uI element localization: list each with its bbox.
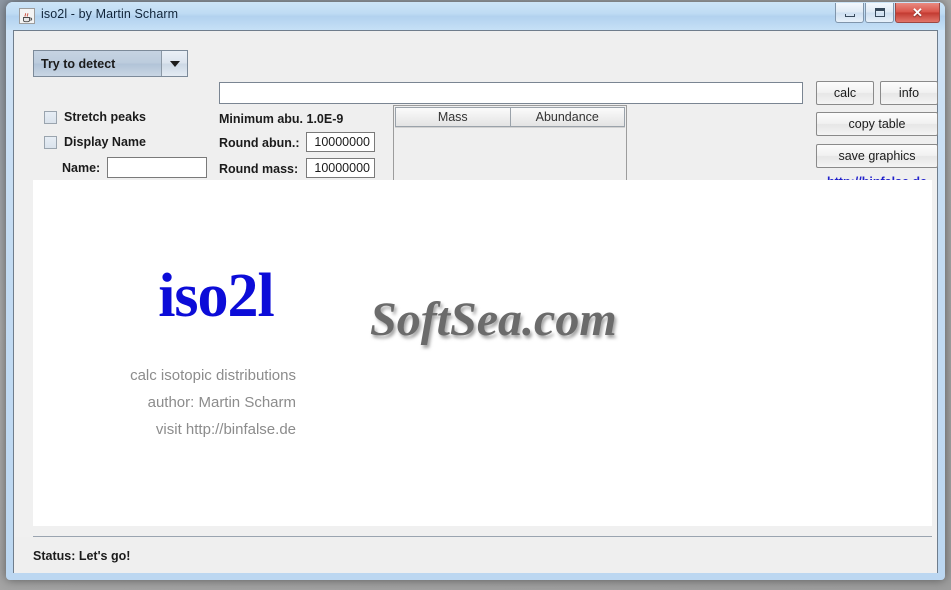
checkbox-stretch-peaks[interactable]: Stretch peaks: [44, 110, 146, 124]
window-controls: ✕: [835, 3, 940, 24]
window-title: iso2l - by Martin Scharm: [41, 7, 179, 21]
round-mass-input[interactable]: 10000000: [306, 158, 375, 178]
application-window: iso2l - by Martin Scharm ✕ Try to detect: [6, 2, 945, 580]
round-abundance-label: Round abun.:: [219, 136, 300, 150]
softsea-watermark: SoftSea.com: [370, 293, 617, 346]
close-icon: ✕: [912, 5, 923, 20]
window-client-area: Try to detect Stretch peaks Display Name…: [13, 30, 938, 573]
checkbox-box[interactable]: [44, 110, 57, 124]
iso2l-logo-text: iso2l: [158, 262, 275, 330]
splash-line-description: calc isotopic distributions: [130, 367, 296, 384]
status-bar: Status: Let's go!: [14, 537, 937, 573]
maximize-button[interactable]: [865, 3, 894, 23]
round-abundance-input[interactable]: 10000000: [306, 132, 375, 152]
minimize-icon: [844, 13, 855, 17]
copy-table-button[interactable]: copy table: [816, 112, 938, 136]
maximize-icon: [874, 8, 885, 17]
table-header-row: Mass Abundance: [395, 107, 625, 127]
name-field-label: Name:: [62, 161, 101, 175]
splash-line-author: author: Martin Scharm: [147, 394, 296, 411]
combobox-arrow-button[interactable]: [161, 51, 187, 76]
status-text: Status: Let's go!: [33, 549, 131, 563]
calc-button[interactable]: calc: [816, 81, 874, 105]
chevron-down-icon: [169, 60, 180, 67]
plot-canvas[interactable]: iso2l calc isotopic distributions author…: [33, 180, 932, 526]
round-mass-label: Round mass:: [219, 162, 299, 176]
java-coffee-cup-icon: [19, 8, 35, 24]
title-bar[interactable]: iso2l - by Martin Scharm ✕: [6, 2, 945, 30]
name-input[interactable]: [107, 157, 207, 178]
element-detect-combobox[interactable]: Try to detect: [33, 50, 188, 77]
formula-input[interactable]: [219, 82, 803, 104]
minimize-button[interactable]: [835, 3, 864, 23]
combobox-selected-label: Try to detect: [41, 56, 116, 71]
checkbox-label: Display Name: [64, 135, 146, 149]
control-panel: Try to detect Stretch peaks Display Name…: [14, 31, 938, 208]
minimum-abundance-label: Minimum abu. 1.0E-9: [219, 112, 344, 126]
checkbox-box[interactable]: [44, 135, 57, 149]
splash-line-website: visit http://binfalse.de: [155, 421, 296, 438]
table-column-header-abundance[interactable]: Abundance: [509, 107, 625, 127]
checkbox-display-name[interactable]: Display Name: [44, 135, 146, 149]
save-graphics-button[interactable]: save graphics: [816, 144, 938, 168]
close-button[interactable]: ✕: [895, 3, 940, 23]
checkbox-label: Stretch peaks: [64, 110, 146, 124]
info-button[interactable]: info: [880, 81, 938, 105]
table-column-header-mass[interactable]: Mass: [395, 107, 510, 127]
